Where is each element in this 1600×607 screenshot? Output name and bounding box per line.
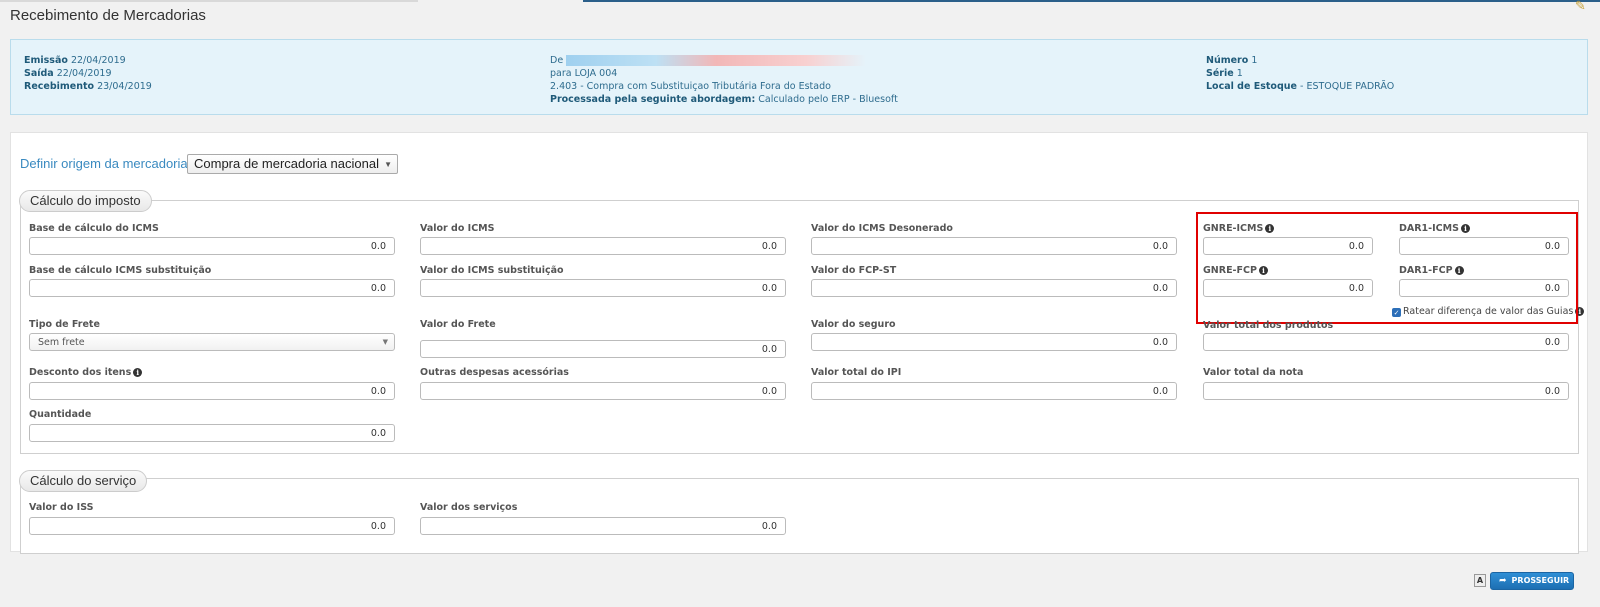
saida-row: Saída 22/04/2019 bbox=[24, 67, 152, 80]
valor-seguro-label: Valor do seguro bbox=[811, 319, 896, 330]
de-label: De bbox=[550, 55, 564, 66]
serie-label: Série bbox=[1206, 68, 1234, 79]
quantidade-label: Quantidade bbox=[29, 409, 92, 420]
valor-icms-st-input[interactable]: 0.0 bbox=[420, 279, 786, 297]
numero-row: Número 1 bbox=[1206, 54, 1394, 67]
total-ipi-input[interactable]: 0.0 bbox=[811, 382, 1177, 400]
para-row: para LOJA 004 bbox=[550, 68, 618, 79]
valor-servicos-input[interactable]: 0.0 bbox=[420, 517, 786, 535]
valor-frete-input[interactable]: 0.0 bbox=[420, 340, 786, 358]
total-nota-input[interactable]: 0.0 bbox=[1203, 382, 1569, 400]
font-size-icon[interactable]: A bbox=[1474, 574, 1486, 587]
outras-despesas-input[interactable]: 0.0 bbox=[420, 382, 786, 400]
top-tab-line-active bbox=[583, 0, 1600, 2]
local-label: Local de Estoque bbox=[1206, 81, 1297, 92]
pencil-icon[interactable]: ✎ bbox=[1575, 0, 1589, 14]
de-row: De bbox=[550, 54, 898, 67]
redacted-supplier bbox=[566, 55, 867, 66]
invoice-info-panel: Emissão 22/04/2019 Saída 22/04/2019 Rece… bbox=[10, 39, 1588, 115]
info-icon[interactable]: i bbox=[133, 368, 143, 377]
proceed-button-label: PROSSEGUIR bbox=[1511, 576, 1570, 585]
dates-column: Emissão 22/04/2019 Saída 22/04/2019 Rece… bbox=[24, 54, 152, 93]
total-nota-label: Valor total da nota bbox=[1203, 367, 1304, 378]
numero-value: 1 bbox=[1251, 55, 1258, 66]
total-ipi-label: Valor total do IPI bbox=[811, 367, 902, 378]
processada-value: Calculado pelo ERP - Bluesoft bbox=[758, 94, 898, 105]
valor-frete-label: Valor do Frete bbox=[420, 319, 496, 330]
tipo-frete-select[interactable]: Sem frete ▼ bbox=[29, 333, 395, 351]
emissao-row: Emissão 22/04/2019 bbox=[24, 54, 152, 67]
quantidade-input[interactable]: 0.0 bbox=[29, 424, 395, 442]
icms-desonerado-label: Valor do ICMS Desonerado bbox=[811, 223, 953, 234]
recebimento-row: Recebimento 23/04/2019 bbox=[24, 80, 152, 93]
valor-iss-label: Valor do ISS bbox=[29, 502, 94, 513]
desconto-itens-label: Desconto dos itens bbox=[29, 367, 132, 378]
valor-icms-st-label: Valor do ICMS substituição bbox=[420, 265, 564, 276]
origin-label: Definir origem da mercadoria bbox=[20, 156, 188, 171]
top-tab-bar bbox=[0, 0, 1600, 3]
desconto-itens-input[interactable]: 0.0 bbox=[29, 382, 395, 400]
base-icms-label: Base de cálculo do ICMS bbox=[29, 223, 159, 234]
outras-despesas-label: Outras despesas acessórias bbox=[420, 367, 569, 378]
valor-servicos-label: Valor dos serviços bbox=[420, 502, 518, 513]
top-tab-line-inactive bbox=[0, 0, 418, 2]
emissao-value: 22/04/2019 bbox=[70, 55, 126, 66]
numero-label: Número bbox=[1206, 55, 1249, 66]
valor-icms-label: Valor do ICMS bbox=[420, 223, 495, 234]
tipo-frete-label: Tipo de Frete bbox=[29, 319, 100, 330]
origin-select[interactable]: Compra de mercadoria nacional ▼ bbox=[187, 154, 398, 174]
origin-column: De para LOJA 004 2.403 - Compra com Subs… bbox=[550, 54, 898, 106]
fcp-st-label: Valor do FCP-ST bbox=[811, 265, 897, 276]
page-title: Recebimento de Mercadorias bbox=[10, 7, 206, 24]
total-produtos-input[interactable]: 0.0 bbox=[1203, 333, 1569, 351]
origin-selected-value: Compra de mercadoria nacional bbox=[194, 156, 379, 171]
tipo-frete-selected: Sem frete bbox=[38, 337, 85, 348]
base-icms-st-label: Base de cálculo ICMS substituição bbox=[29, 265, 212, 276]
service-calculation-fieldset bbox=[20, 478, 1579, 554]
processada-row: Processada pela seguinte abordagem: Calc… bbox=[550, 93, 898, 106]
saida-value: 22/04/2019 bbox=[56, 68, 112, 79]
serie-value: 1 bbox=[1236, 68, 1243, 79]
service-calculation-legend: Cálculo do serviço bbox=[19, 470, 148, 492]
chevron-down-icon: ▼ bbox=[382, 338, 388, 346]
emissao-label: Emissão bbox=[24, 55, 68, 66]
valor-iss-input[interactable]: 0.0 bbox=[29, 517, 395, 535]
proceed-button[interactable]: ➦ PROSSEGUIR bbox=[1490, 572, 1574, 590]
local-value: - ESTOQUE PADRÃO bbox=[1300, 81, 1395, 92]
processada-label: Processada pela seguinte abordagem: bbox=[550, 94, 756, 105]
highlight-box bbox=[1196, 212, 1578, 324]
recebimento-value: 23/04/2019 bbox=[97, 81, 152, 92]
share-arrow-icon: ➦ bbox=[1499, 576, 1507, 586]
base-icms-st-input[interactable]: 0.0 bbox=[29, 279, 395, 297]
valor-icms-input[interactable]: 0.0 bbox=[420, 237, 786, 255]
tax-calculation-legend: Cálculo do imposto bbox=[19, 190, 152, 212]
recebimento-label: Recebimento bbox=[24, 81, 95, 92]
base-icms-input[interactable]: 0.0 bbox=[29, 237, 395, 255]
saida-label: Saída bbox=[24, 68, 54, 79]
chevron-down-icon: ▼ bbox=[384, 160, 392, 169]
number-column: Número 1 Série 1 Local de Estoque - ESTO… bbox=[1206, 54, 1394, 93]
valor-seguro-input[interactable]: 0.0 bbox=[811, 333, 1177, 351]
local-row: Local de Estoque - ESTOQUE PADRÃO bbox=[1206, 80, 1394, 93]
fcp-st-input[interactable]: 0.0 bbox=[811, 279, 1177, 297]
cfop-row: 2.403 - Compra com Substituiçao Tributár… bbox=[550, 81, 831, 92]
icms-desonerado-input[interactable]: 0.0 bbox=[811, 237, 1177, 255]
serie-row: Série 1 bbox=[1206, 67, 1394, 80]
desconto-itens-label-wrap: Desconto dos itens i bbox=[29, 367, 143, 378]
total-produtos-label: Valor total dos produtos bbox=[1203, 320, 1334, 331]
